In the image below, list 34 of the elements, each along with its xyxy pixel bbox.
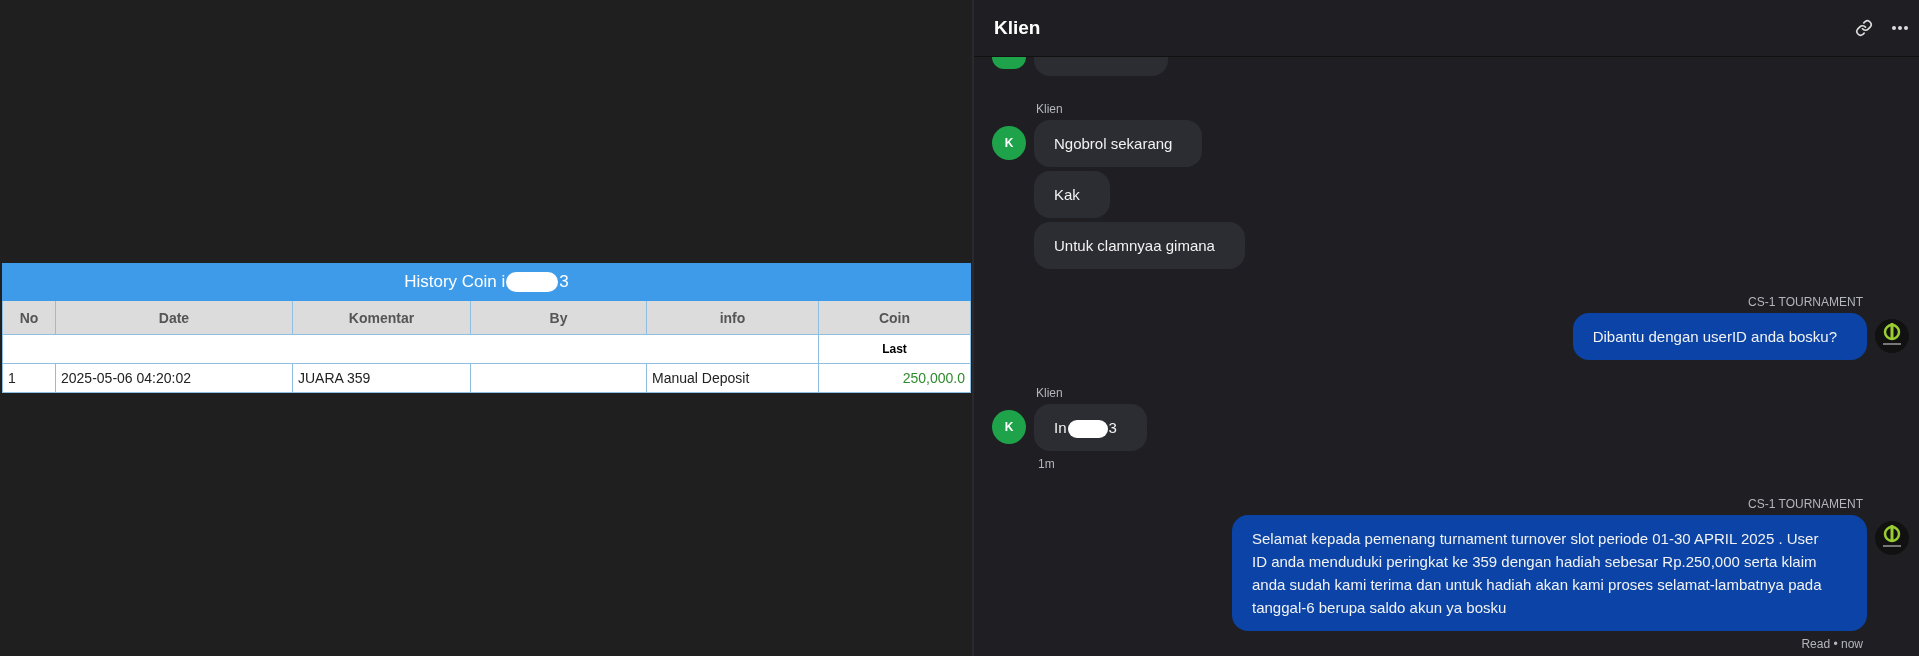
column-header: Komentar (292, 300, 471, 335)
table-cell: 1 (2, 363, 56, 393)
message-meta: Read • now (1801, 637, 1863, 651)
chat-title: Klien (994, 17, 1041, 39)
avatar: K (992, 126, 1026, 160)
message-bubble: Selamat kepada pemenang turnament turnover slot periode 01-30 APRIL 2025 . User ID anda menduduki peringkat ke 359 dengan hadiah sebesar Rp.250,000 serta klaim anda sudah kami terima dan untuk hadiah akan kami proses selamat-lambatnya pada tanggal-6 berupa saldo akun ya bosku (1232, 515, 1867, 631)
message-bubble: In 3 (1034, 404, 1147, 451)
avatar: K (992, 410, 1026, 444)
table-cell: 250,000.0 (818, 363, 971, 393)
table-title: History Coin i 3 (2, 263, 971, 301)
sender-name: Klien (1036, 386, 1063, 400)
column-header: Date (55, 300, 293, 335)
link-icon[interactable] (1855, 19, 1873, 37)
subheader-cell: Last (818, 334, 971, 364)
avatar (992, 57, 1026, 69)
logo-icon (1875, 319, 1909, 353)
message-bubble: Ngobrol sekarang (1034, 120, 1203, 167)
table-cell: JUARA 359 (292, 363, 471, 393)
column-header: No (2, 300, 56, 335)
sender-name: CS-1 TOURNAMENT (1748, 295, 1863, 309)
table-cell: 2025-05-06 04:20:02 (55, 363, 293, 393)
table-cell: Manual Deposit (646, 363, 819, 393)
sender-name: CS-1 TOURNAMENT (1748, 497, 1863, 511)
column-header: info (646, 300, 819, 335)
message-bubble: Untuk clamnyaa gimana (1034, 222, 1245, 269)
message-bubble: Kak (1034, 171, 1110, 218)
message-bubble: Dibantu dengan userID anda bosku? (1572, 313, 1867, 360)
sender-name: Klien (1036, 102, 1063, 116)
message-meta: 1m (1038, 457, 1055, 471)
redaction-mark (506, 272, 559, 293)
logo-icon (1875, 521, 1909, 555)
column-header: Coin (818, 300, 971, 335)
more-icon[interactable] (1891, 25, 1909, 31)
column-header: By (470, 300, 647, 335)
